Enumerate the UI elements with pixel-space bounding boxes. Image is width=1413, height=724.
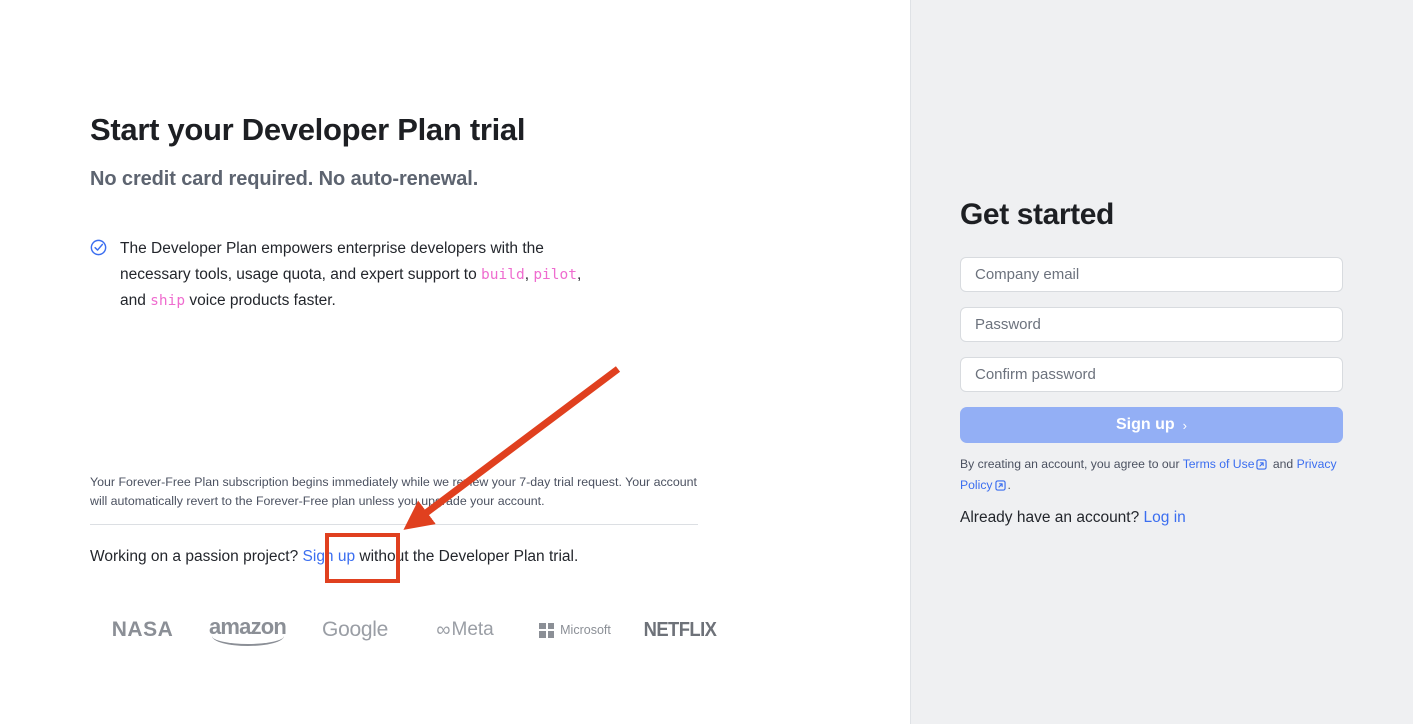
meta-logo-label: Meta	[451, 619, 494, 640]
code-ship: ship	[150, 293, 186, 309]
signup-button[interactable]: Sign up ›	[960, 407, 1343, 443]
form-title: Get started	[960, 198, 1114, 231]
passion-prefix: Working on a passion project?	[90, 548, 303, 565]
external-link-icon	[1256, 457, 1268, 476]
external-link-icon	[994, 478, 1006, 497]
nasa-logo: NASA	[111, 618, 174, 641]
confirm-password-field[interactable]: Confirm password	[960, 357, 1343, 392]
customer-logo-row: NASA amazon Google ∞ Meta Microsoft NETF…	[90, 612, 730, 648]
code-build: build	[481, 267, 525, 283]
feature-bullet-text: The Developer Plan empowers enterprise d…	[120, 236, 590, 314]
page-subtitle: No credit card required. No auto-renewal…	[90, 168, 479, 190]
terms-disclaimer: By creating an account, you agree to our…	[960, 455, 1350, 497]
signup-without-trial-link[interactable]: Sign up	[303, 548, 356, 565]
existing-account-line: Already have an account? Log in	[960, 509, 1186, 527]
left-marketing-pane: Start your Developer Plan trial No credi…	[0, 0, 910, 724]
company-email-field[interactable]: Company email	[960, 257, 1343, 292]
login-link[interactable]: Log in	[1144, 509, 1186, 526]
page-title: Start your Developer Plan trial	[90, 112, 526, 147]
terms-suffix: .	[1007, 478, 1011, 492]
amazon-logo: amazon	[195, 612, 300, 648]
signup-page: Start your Developer Plan trial No credi…	[0, 0, 1413, 724]
passion-suffix: without the Developer Plan trial.	[355, 548, 579, 565]
microsoft-logo: Microsoft	[520, 612, 630, 648]
netflix-logo: NETFLIX	[643, 618, 717, 641]
microsoft-logo-label: Microsoft	[560, 623, 611, 637]
chevron-right-icon: ›	[1182, 417, 1187, 433]
signup-button-label: Sign up	[1116, 416, 1175, 433]
google-logo: Google	[322, 618, 388, 641]
check-circle-icon	[90, 239, 107, 261]
microsoft-squares-icon	[539, 622, 555, 638]
section-divider	[90, 524, 698, 525]
trial-fineprint: Your Forever-Free Plan subscription begi…	[90, 475, 697, 508]
meta-logo: ∞ Meta	[410, 612, 520, 648]
terms-of-use-link[interactable]: Terms of Use	[1183, 457, 1255, 471]
meta-infinity-icon: ∞	[436, 618, 450, 641]
passion-project-line: Working on a passion project? Sign up wi…	[90, 546, 578, 568]
bullet-text-tail: voice products faster.	[185, 292, 336, 309]
amazon-swoosh-icon	[211, 636, 284, 646]
terms-prefix: By creating an account, you agree to our	[960, 457, 1183, 471]
code-pilot: pilot	[533, 267, 577, 283]
signup-form-pane: Get started Company email Password Confi…	[910, 0, 1413, 724]
existing-account-prompt: Already have an account?	[960, 509, 1144, 526]
password-field[interactable]: Password	[960, 307, 1343, 342]
terms-middle: and	[1269, 457, 1297, 471]
feature-bullet: The Developer Plan empowers enterprise d…	[90, 236, 590, 314]
